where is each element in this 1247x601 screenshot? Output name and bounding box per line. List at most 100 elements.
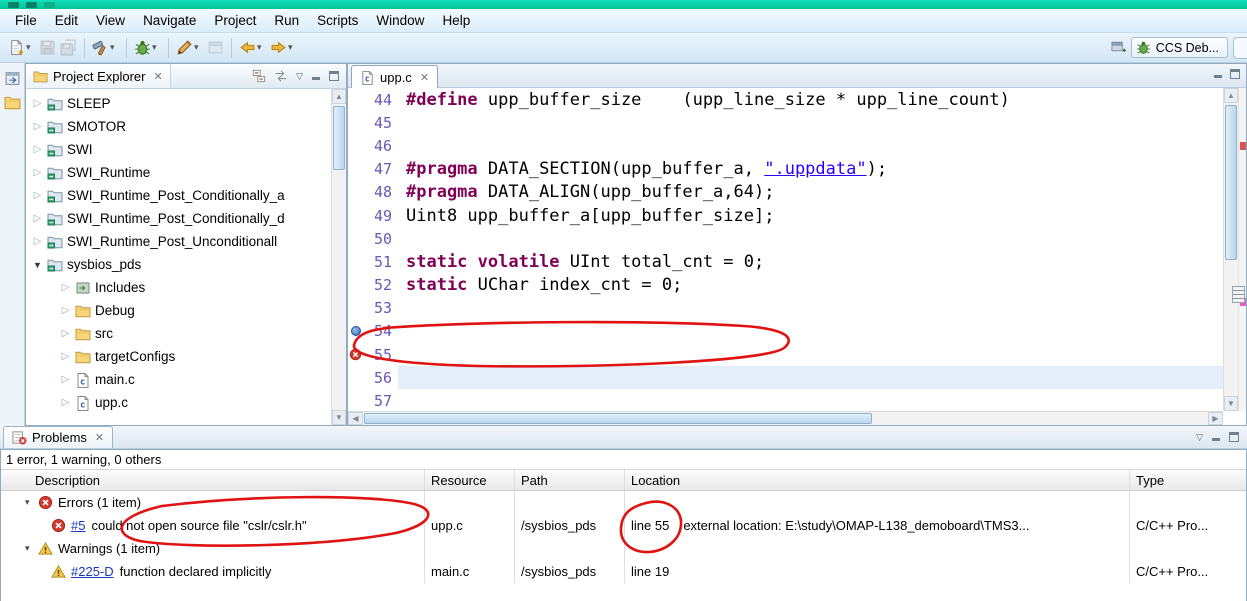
code-line[interactable]: 50 — [348, 227, 1223, 251]
error-overview-marker[interactable] — [1240, 142, 1246, 150]
expand-arrow-icon[interactable]: ▷ — [32, 213, 43, 224]
code-line[interactable]: 48 #pragma DATA_ALIGN(upp_buffer_a,64); — [348, 180, 1223, 204]
link-with-editor-icon[interactable] — [274, 69, 288, 83]
dropdown-caret-icon[interactable]: ▾ — [257, 42, 266, 53]
menu-view[interactable]: View — [87, 10, 134, 31]
collapse-all-icon[interactable] — [252, 69, 266, 83]
back-button[interactable]: ▾ — [237, 36, 268, 60]
column-path[interactable]: Path — [515, 470, 625, 490]
code-line-current[interactable]: 56 — [348, 366, 1223, 390]
group-expand-icon[interactable]: ▾ — [25, 497, 37, 508]
scroll-right-button[interactable]: ▶ — [1208, 412, 1223, 425]
column-type[interactable]: Type — [1130, 470, 1246, 490]
tree-item-includes[interactable]: ▷ Includes — [26, 276, 331, 299]
tree-item-sleep[interactable]: ▷ SLEEP — [26, 92, 331, 115]
tree-item-smotor[interactable]: ▷ SMOTOR — [26, 115, 331, 138]
tree-item-src[interactable]: ▷ src — [26, 322, 331, 345]
toolbar-overflow-button[interactable] — [1233, 36, 1247, 59]
menu-navigate[interactable]: Navigate — [134, 10, 205, 31]
view-menu-icon[interactable]: ▽ — [296, 71, 303, 82]
save-button[interactable] — [37, 36, 58, 60]
code-line[interactable]: 54 — [348, 319, 1223, 344]
group-expand-icon[interactable]: ▾ — [25, 543, 37, 554]
debug-button[interactable]: ▾ — [132, 36, 163, 60]
warnings-group-row[interactable]: ▾ Warnings (1 item) — [1, 537, 1246, 560]
menu-scripts[interactable]: Scripts — [308, 10, 367, 31]
code-line[interactable]: 57 — [348, 389, 1223, 411]
scrollbar-thumb[interactable] — [333, 106, 345, 170]
open-perspective-icon[interactable] — [1111, 40, 1126, 55]
build-button[interactable]: ▾ — [90, 36, 121, 60]
explorer-scrollbar[interactable]: ▲ ▼ — [331, 89, 346, 425]
errors-group-row[interactable]: ▾ Errors (1 item) — [1, 491, 1246, 514]
window-button[interactable] — [205, 36, 226, 60]
expand-arrow-icon[interactable]: ▷ — [60, 328, 71, 339]
scroll-down-button[interactable]: ▼ — [1224, 396, 1238, 411]
minimized-folder-view-icon[interactable] — [4, 94, 21, 111]
expand-arrow-icon[interactable]: ▷ — [32, 236, 43, 247]
menu-run[interactable]: Run — [265, 10, 308, 31]
scroll-up-button[interactable]: ▲ — [1224, 88, 1238, 103]
dropdown-caret-icon[interactable]: ▾ — [26, 42, 35, 53]
scroll-up-button[interactable]: ▲ — [332, 89, 346, 104]
tree-item-swi-runtime[interactable]: ▷ SWI_Runtime — [26, 161, 331, 184]
scroll-down-button[interactable]: ▼ — [332, 410, 346, 425]
expand-arrow-icon[interactable]: ▷ — [32, 121, 43, 132]
window-titlebar[interactable] — [0, 0, 1247, 9]
expand-arrow-icon[interactable]: ▷ — [32, 144, 43, 155]
expand-arrow-icon[interactable]: ▷ — [32, 98, 43, 109]
minimize-icon[interactable] — [1213, 69, 1223, 79]
close-icon[interactable]: ✕ — [95, 431, 104, 444]
dropdown-caret-icon[interactable]: ▾ — [152, 42, 161, 53]
tree-item-targetconfigs[interactable]: ▷ targetConfigs — [26, 345, 331, 368]
error-marker-icon[interactable] — [349, 348, 362, 361]
maximize-icon[interactable] — [1230, 69, 1240, 79]
code-line[interactable]: 52 static UChar index_cnt = 0; — [348, 273, 1223, 297]
expand-arrow-icon[interactable]: ▷ — [60, 397, 71, 408]
expand-arrow-icon[interactable]: ▷ — [32, 190, 43, 201]
forward-button[interactable]: ▾ — [268, 36, 299, 60]
dropdown-caret-icon[interactable]: ▾ — [288, 42, 297, 53]
tree-item-debug[interactable]: ▷ Debug — [26, 299, 331, 322]
new-file-button[interactable]: ▾ — [6, 36, 37, 60]
menu-project[interactable]: Project — [205, 10, 265, 31]
expand-arrow-icon[interactable]: ▷ — [32, 167, 43, 178]
menu-help[interactable]: Help — [433, 10, 479, 31]
new-target-config-button[interactable]: ▾ — [174, 36, 205, 60]
error-row[interactable]: #5 could not open source file "cslr/cslr.… — [1, 514, 1246, 537]
tab-upp-c[interactable]: upp.c ✕ — [351, 65, 439, 88]
collapse-arrow-icon[interactable]: ▼ — [32, 260, 43, 270]
code-line[interactable]: 44 #define upp_buffer_size (upp_line_size… — [348, 88, 1223, 112]
column-location[interactable]: Location — [625, 470, 1130, 490]
code-line[interactable]: 45 — [348, 111, 1223, 135]
error-id-link[interactable]: #5 — [71, 518, 85, 533]
scrollbar-thumb[interactable] — [1225, 105, 1237, 260]
editor-vertical-scrollbar[interactable]: ▲ ▼ — [1223, 88, 1238, 411]
code-line[interactable]: 49 Uint8 upp_buffer_a[upp_buffer_size]; — [348, 203, 1223, 228]
close-icon[interactable]: ✕ — [153, 70, 162, 83]
restore-view-icon[interactable] — [4, 70, 21, 87]
tree-item-upp-c[interactable]: ▷ upp.c — [26, 391, 331, 414]
tree-item-swi-runtime-post-unconditionall[interactable]: ▷ SWI_Runtime_Post_Unconditionall — [26, 230, 331, 253]
tree-item-sysbios-pds[interactable]: ▼ sysbios_pds — [26, 253, 331, 276]
view-menu-icon[interactable]: ▽ — [1196, 432, 1203, 443]
tree-item-main-c[interactable]: ▷ main.c — [26, 368, 331, 391]
tab-problems[interactable]: Problems ✕ — [3, 426, 114, 448]
tree-item-swi-runtime-post-conditionally-d[interactable]: ▷ SWI_Runtime_Post_Conditionally_d — [26, 207, 331, 230]
code-line[interactable]: 55 — [348, 343, 1223, 367]
save-all-button[interactable] — [58, 36, 79, 60]
tab-project-explorer[interactable]: Project Explorer ✕ — [26, 64, 171, 88]
dropdown-caret-icon[interactable]: ▾ — [194, 42, 203, 53]
scrollbar-thumb[interactable] — [364, 413, 872, 424]
tree-item-swi[interactable]: ▷ SWI — [26, 138, 331, 161]
code-area[interactable]: 44 #define upp_buffer_size (upp_line_size… — [348, 88, 1223, 411]
info-marker-icon[interactable] — [351, 326, 361, 337]
warning-row[interactable]: #225-D function declared implicitly main.… — [1, 560, 1246, 583]
warning-id-link[interactable]: #225-D — [71, 564, 114, 579]
expand-arrow-icon[interactable]: ▷ — [60, 351, 71, 362]
minimize-icon[interactable] — [1211, 432, 1221, 442]
code-line[interactable]: 53 — [348, 296, 1223, 320]
ccs-debug-perspective-button[interactable]: CCS Deb... — [1130, 37, 1228, 58]
minimize-icon[interactable] — [311, 71, 321, 81]
code-line[interactable]: 46 — [348, 134, 1223, 158]
